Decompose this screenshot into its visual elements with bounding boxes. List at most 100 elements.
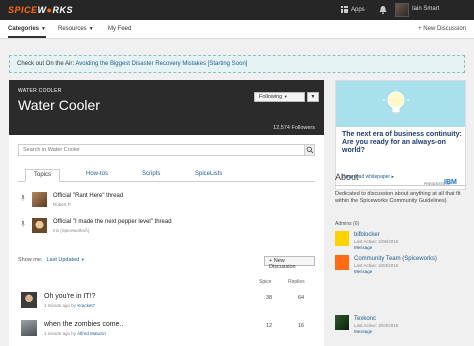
topic-meta: 1 minute ago by Alfred Matuzin xyxy=(44,331,106,336)
pin-icon xyxy=(21,195,25,201)
announcement-banner: Check out On the Air: Avoiding the Bigge… xyxy=(9,55,465,73)
admin-item: Community Team (Spiceworks) Last Active:… xyxy=(335,255,466,277)
user-name[interactable]: Iain Smart xyxy=(412,6,439,12)
group-title: Water Cooler xyxy=(18,97,100,113)
admin-name[interactable]: Texkonc xyxy=(354,316,376,322)
group-tabs: Topics How-tos Scripts SpiceLists xyxy=(18,169,315,182)
sort-select-value: Last Updated xyxy=(46,257,80,263)
new-discussion-link[interactable]: + New Discussion xyxy=(418,26,466,32)
avatar[interactable] xyxy=(335,255,349,270)
topic-spice-count: 12 xyxy=(265,323,273,329)
topic-by: by xyxy=(71,303,77,308)
pin-icon xyxy=(21,221,25,227)
group-search-input[interactable] xyxy=(18,144,315,156)
new-discussion-button[interactable]: + New Discussion xyxy=(264,256,315,270)
chevron-down-icon: ▼ xyxy=(41,26,46,32)
pinned-topic-user[interactable]: Robert.P xyxy=(53,202,71,207)
ad-image xyxy=(336,81,465,127)
logo-text-w: W xyxy=(37,5,47,15)
column-header-replies: Replies xyxy=(288,279,305,285)
followers-count: 12,574 Followers xyxy=(273,125,315,131)
nav-categories[interactable]: Categories ▼ xyxy=(8,26,46,38)
about-description: Dedicated to discussion about anything a… xyxy=(335,191,461,204)
admin-message-link[interactable]: Message xyxy=(354,245,372,250)
user-avatar[interactable] xyxy=(395,3,409,17)
topic-author[interactable]: Kracket7 xyxy=(77,303,95,308)
admin-last-active: Last Active: 3/03/2015 xyxy=(354,323,399,328)
lightbulb-icon xyxy=(383,89,409,114)
topic-author[interactable]: Alfred Matuzin xyxy=(77,331,106,336)
admin-name[interactable]: Community Team (Spiceworks) xyxy=(354,256,437,262)
search-button[interactable] xyxy=(304,145,314,155)
pinned-topic-title[interactable]: Official "Rant Here" thread xyxy=(53,193,123,199)
nav-categories-label: Categories xyxy=(8,26,40,32)
apps-button[interactable]: Apps xyxy=(341,6,365,13)
tab-how-tos[interactable]: How-tos xyxy=(86,171,108,177)
pinned-topic-user[interactable]: Iris (SpiceworksÂ) xyxy=(53,228,89,233)
spiceworks-logo[interactable]: SPICEW●RKS xyxy=(8,5,73,15)
admin-last-active: Last Active: 3/03/2015 xyxy=(354,263,399,268)
avatar[interactable] xyxy=(335,315,349,330)
admin-message-link[interactable]: Message xyxy=(354,329,372,334)
admin-message-link[interactable]: Message xyxy=(354,269,372,274)
following-label: Following xyxy=(259,94,283,100)
divider xyxy=(335,185,466,186)
group-hero: WATER COOLER Water Cooler Following ▼ ▼ … xyxy=(9,80,324,135)
topic-replies-count: 64 xyxy=(297,295,305,301)
topic-row[interactable]: when the zombies come.. 1 minute ago by … xyxy=(18,320,315,342)
chevron-down-icon: ▼ xyxy=(80,257,85,262)
chevron-down-icon: ▼ xyxy=(310,94,316,100)
nav-my-feed[interactable]: My Feed xyxy=(108,26,131,32)
pinned-topic-title[interactable]: Official "I made the next pepper level" … xyxy=(53,219,172,225)
topic-row[interactable]: Oh you're in IT!? 1 minute ago by Kracke… xyxy=(18,292,315,314)
apps-label: Apps xyxy=(351,6,365,13)
about-heading: About xyxy=(335,172,359,182)
secondary-nav: Categories ▼ Resources ▼ My Feed + New Dis… xyxy=(0,20,474,39)
admin-item: Texkonc Last Active: 3/03/2015 Message xyxy=(335,315,466,337)
avatar[interactable] xyxy=(335,231,349,246)
topic-meta: 1 minute ago by Kracket7 xyxy=(44,303,95,308)
top-bar: SPICEW●RKS Apps Iain Smart xyxy=(0,0,474,20)
group-panel: WATER COOLER Water Cooler Following ▼ ▼ … xyxy=(9,80,324,346)
ad-headline[interactable]: The next era of business continuity: Are… xyxy=(342,131,462,155)
column-header-spice: Spice xyxy=(259,279,272,285)
sort-select[interactable]: Last Updated ▼ xyxy=(46,257,84,263)
tab-scripts[interactable]: Scripts xyxy=(142,171,160,177)
show-me-label: Show me: xyxy=(18,257,43,263)
chevron-down-icon: ▼ xyxy=(283,94,288,99)
banner-link[interactable]: Avoiding the Biggest Disaster Recovery M… xyxy=(75,61,247,67)
pinned-topic[interactable]: Official "I made the next pepper level" … xyxy=(18,218,315,240)
group-options-button[interactable]: ▼ xyxy=(307,92,319,102)
apps-grid-icon xyxy=(341,6,348,13)
logo-text-rks: RKS xyxy=(52,5,73,15)
notifications-bell-icon[interactable] xyxy=(378,5,388,15)
admins-label: Admins (6) xyxy=(335,221,360,227)
topic-title[interactable]: Oh you're in IT!? xyxy=(44,293,96,300)
admin-name[interactable]: bifblocker xyxy=(354,232,380,238)
nav-resources-label: Resources xyxy=(58,26,87,32)
topic-spice-count: 38 xyxy=(265,295,273,301)
about-section: About Dedicated to discussion about anyt… xyxy=(335,170,466,346)
avatar xyxy=(21,292,37,308)
tab-spicelists[interactable]: SpiceLists xyxy=(195,171,222,177)
avatar xyxy=(32,218,47,233)
following-button[interactable]: Following ▼ xyxy=(254,92,305,102)
admin-last-active: Last Active: 2/06/2015 xyxy=(354,239,399,244)
topic-replies-count: 16 xyxy=(297,323,305,329)
sort-filter: Show me: Last Updated ▼ xyxy=(18,257,85,263)
topic-by: by xyxy=(71,331,77,336)
search-icon xyxy=(306,146,314,154)
tab-topics[interactable]: Topics xyxy=(25,169,61,182)
avatar xyxy=(21,320,37,336)
avatar xyxy=(32,192,47,207)
topic-time: 1 minute ago xyxy=(44,331,71,336)
banner-prefix: Check out On the Air: xyxy=(17,61,76,67)
pinned-topic[interactable]: Official "Rant Here" thread Robert.P xyxy=(18,192,315,214)
topic-time: 1 minute ago xyxy=(44,303,71,308)
topic-title[interactable]: when the zombies come.. xyxy=(44,321,123,328)
chevron-down-icon: ▼ xyxy=(88,26,94,32)
nav-resources[interactable]: Resources ▼ xyxy=(58,26,94,32)
group-breadcrumb[interactable]: WATER COOLER xyxy=(18,88,62,94)
admin-item: bifblocker Last Active: 2/06/2015 Messag… xyxy=(335,231,466,253)
logo-text-spice: SPICE xyxy=(8,5,38,15)
